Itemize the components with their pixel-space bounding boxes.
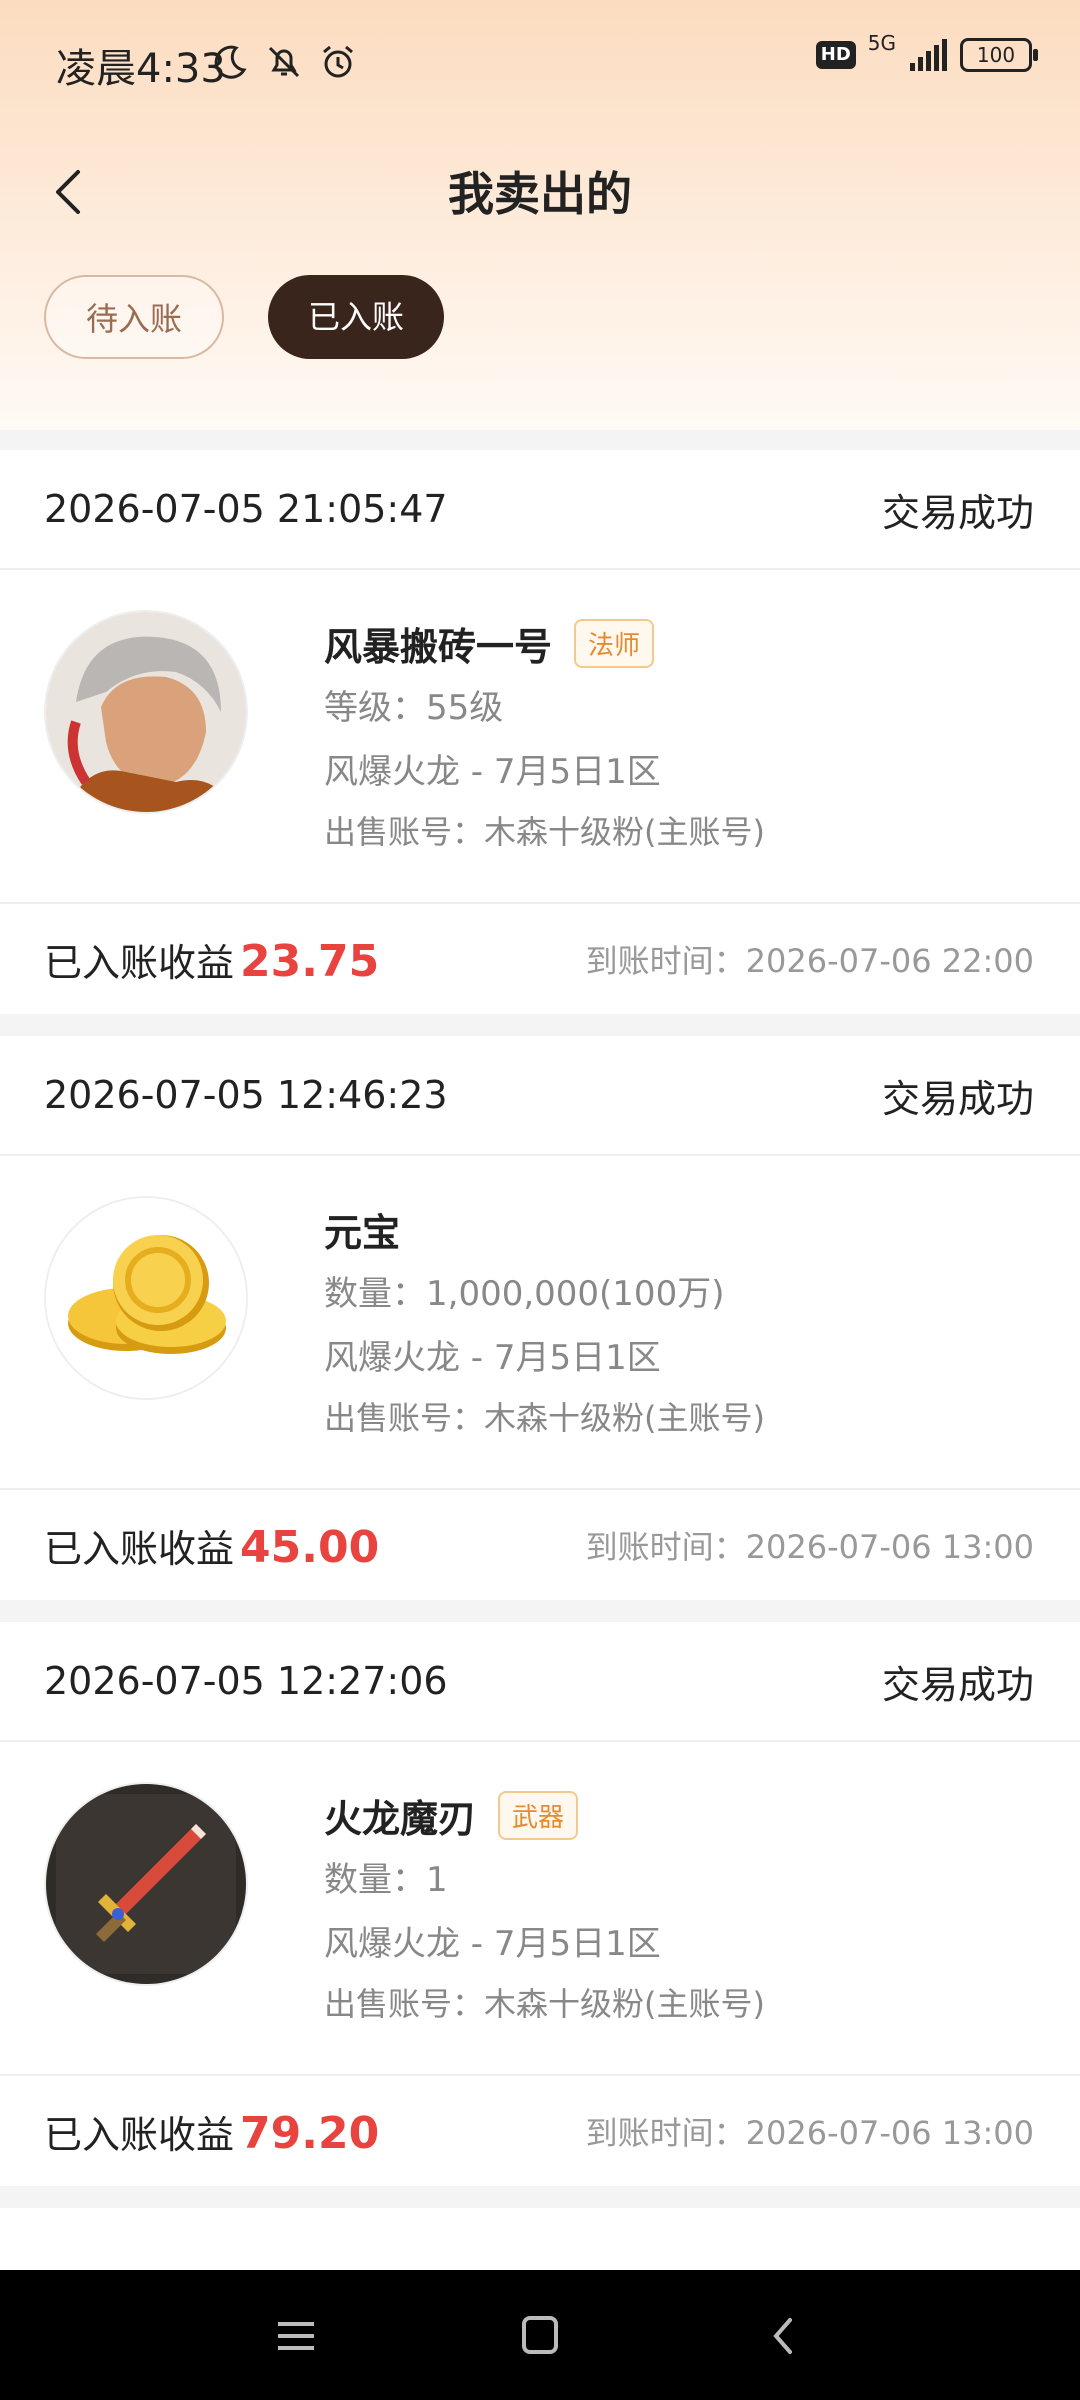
item-tag: 法师 [574,618,655,668]
arrival-time: 到账时间：2026-07-06 13:00 [585,2114,1034,2152]
order-datetime: 2026-07-05 21:05:47 [44,487,448,531]
item-name: 元宝 [324,1210,401,1255]
order-datetime: 2026-07-05 12:27:06 [44,1659,448,1703]
item-name: 火龙魔刃 [324,1796,477,1841]
order-info: 元宝 数量：1,000,000(100万) 风爆火龙 - 7月5日1区 出售账号… [324,1196,765,1448]
order-status: 交易成功 [881,1662,1034,1707]
income: 已入账收益 45.00 [44,1518,379,1573]
hd-badge: HD [815,41,856,69]
order-card[interactable]: 2026-07-05 21:05:47 交易成功 风暴搬砖一号 法师 等级：55… [0,450,1080,1014]
item-tag: 武器 [498,1790,579,1840]
order-footer: 已入账收益 45.00 到账时间：2026-07-06 13:00 [0,1490,1080,1600]
battery-icon: 100 [960,38,1038,72]
menu-icon[interactable] [266,2308,326,2364]
order-body: 风暴搬砖一号 法师 等级：55级 风爆火龙 - 7月5日1区 出售账号：木森十级… [0,570,1080,904]
moon-icon [214,45,247,79]
status-bar: 凌晨4:33 HD 5G 100 [0,0,1080,125]
name-row: 风暴搬砖一号 法师 [324,610,765,676]
home-icon[interactable] [510,2308,570,2364]
tab-pending[interactable]: 待入账 [44,275,225,359]
order-header: 2026-07-05 12:46:23 交易成功 [0,1036,1080,1156]
tab-received[interactable]: 已入账 [268,275,445,359]
order-card[interactable]: 2026-07-05 12:27:06 交易成功 火龙魔刃 武器 数量：1 风爆… [0,1622,1080,2186]
item-server: 风爆火龙 - 7月5日1区 [324,752,661,792]
order-footer: 已入账收益 23.75 到账时间：2026-07-06 22:00 [0,904,1080,1014]
income-label: 已入账收益 [44,1526,235,1571]
item-name: 风暴搬砖一号 [324,624,553,669]
page-title: 我卖出的 [448,167,632,221]
order-body: 元宝 数量：1,000,000(100万) 风爆火龙 - 7月5日1区 出售账号… [0,1156,1080,1490]
signal-icon [910,39,947,71]
system-nav-bar [0,2270,1080,2400]
sell-account: 出售账号：木森十级粉(主账号) [324,1399,765,1437]
name-row: 元宝 [324,1196,765,1262]
order-footer: 已入账收益 79.20 到账时间：2026-07-06 13:00 [0,2076,1080,2186]
income: 已入账收益 79.20 [44,2104,379,2159]
income-label: 已入账收益 [44,940,235,985]
arrival-time: 到账时间：2026-07-06 22:00 [585,942,1034,980]
income-label: 已入账收益 [44,2112,235,2157]
income: 已入账收益 23.75 [44,932,379,987]
order-body: 火龙魔刃 武器 数量：1 风爆火龙 - 7月5日1区 出售账号：木森十级粉(主账… [0,1742,1080,2076]
gold-coins-icon [44,1196,248,1400]
order-info: 火龙魔刃 武器 数量：1 风爆火龙 - 7月5日1区 出售账号：木森十级粉(主账… [324,1782,765,2034]
mute-bell-icon [268,46,300,78]
item-server: 风爆火龙 - 7月5日1区 [324,1338,661,1378]
item-detail: 等级：55级 [324,688,504,728]
character-avatar [44,610,248,814]
item-detail: 数量：1 [324,1860,448,1900]
name-row: 火龙魔刃 武器 [324,1782,765,1848]
order-header: 2026-07-05 21:05:47 交易成功 [0,450,1080,570]
network-label: 5G [867,31,896,55]
order-datetime: 2026-07-05 12:46:23 [44,1073,448,1117]
header-background: 凌晨4:33 HD 5G 100 我卖出的 待入账 已入账 [0,0,1080,430]
nav-bar: 我卖出的 [0,140,1080,240]
income-amount: 79.20 [240,2107,380,2159]
status-time: 凌晨4:33 [56,46,226,92]
income-amount: 23.75 [240,935,380,987]
status-right: HD 5G 100 [815,31,1038,72]
sword-item-icon [44,1782,248,1986]
alarm-icon [323,45,353,78]
order-card[interactable]: 2026-07-05 12:46:23 交易成功 元宝 数量：1,000,000… [0,1036,1080,1600]
status-icons [210,40,358,84]
order-status: 交易成功 [881,1076,1034,1121]
order-header: 2026-07-05 12:27:06 交易成功 [0,1622,1080,1742]
order-status: 交易成功 [881,490,1034,535]
item-detail: 数量：1,000,000(100万) [324,1274,725,1314]
sell-account: 出售账号：木森十级粉(主账号) [324,1985,765,2023]
income-amount: 45.00 [240,1521,380,1573]
arrival-time: 到账时间：2026-07-06 13:00 [585,1528,1034,1566]
sell-account: 出售账号：木森十级粉(主账号) [324,813,765,851]
order-list: 2026-07-05 21:05:47 交易成功 风暴搬砖一号 法师 等级：55… [0,450,1080,2288]
item-server: 风爆火龙 - 7月5日1区 [324,1924,661,1964]
back-icon[interactable] [754,2308,814,2364]
tab-bar: 待入账 已入账 [44,275,445,359]
order-info: 风暴搬砖一号 法师 等级：55级 风爆火龙 - 7月5日1区 出售账号：木森十级… [324,610,765,862]
